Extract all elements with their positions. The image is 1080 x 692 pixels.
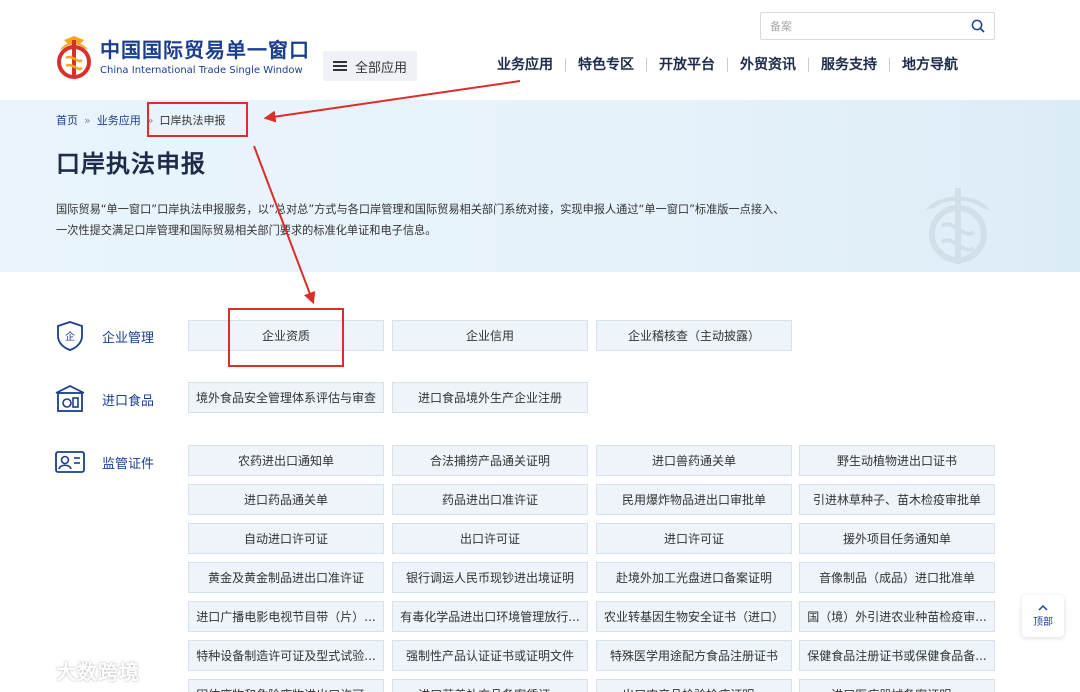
service-tile[interactable]: 进口营养补充品备案凭证... — [392, 679, 588, 692]
service-tile[interactable]: 银行调运人民币现钞进出境证明 — [392, 562, 588, 593]
nav-open-platform[interactable]: 开放平台 — [647, 56, 727, 74]
page: 中国国际贸易单一窗口 China International Trade Sin… — [0, 0, 1080, 692]
category-label: 进口食品 — [102, 393, 155, 409]
breadcrumb-business-apps[interactable]: 业务应用 — [97, 112, 141, 128]
description-line: 一次性提交满足口岸管理和国际贸易相关部门要求的标准化单证和电子信息。 — [56, 224, 437, 237]
service-tile[interactable]: 野生动植物进出口证书 — [799, 445, 995, 476]
category-label: 监管证件 — [102, 456, 155, 472]
breadcrumb-home[interactable]: 首页 — [56, 112, 78, 128]
main-nav: 业务应用 特色专区 开放平台 外贸资讯 服务支持 地方导航 — [485, 56, 970, 74]
breadcrumb-separator: » — [84, 113, 91, 127]
service-tile[interactable]: 药品进出口准许证 — [392, 484, 588, 515]
service-tile[interactable]: 有毒化学品进出口环境管理放行... — [392, 601, 588, 632]
back-to-top-label: 顶部 — [1033, 616, 1053, 628]
service-tile[interactable]: 农业转基因生物安全证书（进口） — [596, 601, 792, 632]
enterprise-shield-icon: 企 — [57, 321, 83, 351]
all-apps-button[interactable]: 全部应用 — [323, 51, 417, 81]
service-tile[interactable]: 国（境）外引进农业种苗检疫审... — [799, 601, 995, 632]
page-title: 口岸执法申报 — [56, 150, 206, 178]
certificate-card-icon — [55, 451, 85, 473]
service-tile[interactable]: 援外项目任务通知单 — [799, 523, 995, 554]
service-tile[interactable]: 引进林草种子、苗木检疫审批单 — [799, 484, 995, 515]
description-line: 国际贸易“单一窗口”口岸执法申报服务，以“总对总”方式与各口岸管理和国际贸易相关… — [56, 203, 785, 216]
back-to-top-button[interactable]: 顶部 — [1022, 595, 1064, 637]
service-tile[interactable]: 特种设备制造许可证及型式试验... — [188, 640, 384, 671]
annotation-box-enterprise-qualification — [228, 308, 344, 367]
nav-featured-zone[interactable]: 特色专区 — [566, 56, 646, 74]
service-tile[interactable]: 进口药品通关单 — [188, 484, 384, 515]
service-tile[interactable]: 自动进口许可证 — [188, 523, 384, 554]
watermark-logo-icon — [8, 660, 49, 681]
nav-business-apps[interactable]: 业务应用 — [485, 56, 565, 74]
search-box — [760, 12, 995, 40]
chevron-up-icon — [1038, 604, 1048, 610]
service-tile[interactable]: 进口许可证 — [596, 523, 792, 554]
watermark-text: 大数跨境 — [56, 660, 140, 684]
nav-local-navigation[interactable]: 地方导航 — [890, 56, 970, 74]
service-tile[interactable]: 出口许可证 — [392, 523, 588, 554]
service-tile[interactable]: 固体废物和危险废物进出口许可... — [188, 679, 384, 692]
hamburger-menu-icon — [333, 60, 349, 72]
nav-trade-news[interactable]: 外贸资讯 — [728, 56, 808, 74]
service-tile[interactable]: 强制性产品认证证书或证明文件 — [392, 640, 588, 671]
svg-text:企: 企 — [65, 330, 75, 343]
category-enterprise-management: 企 企业管理 — [54, 320, 154, 352]
service-tile[interactable]: 进口食品境外生产企业注册 — [392, 382, 588, 413]
search-input[interactable] — [761, 13, 961, 39]
annotation-box-breadcrumb — [147, 102, 248, 137]
site-header: 中国国际贸易单一窗口 China International Trade Sin… — [0, 0, 1080, 100]
logo-emblem-icon — [57, 36, 91, 79]
category-label: 企业管理 — [102, 330, 155, 346]
service-tile[interactable]: 民用爆炸物品进出口审批单 — [596, 484, 792, 515]
page-description: 国际贸易“单一窗口”口岸执法申报服务，以“总对总”方式与各口岸管理和国际贸易相关… — [56, 199, 866, 241]
service-tile[interactable]: 保健食品注册证书或保健食品备... — [799, 640, 995, 671]
service-tile[interactable]: 合法捕捞产品通关证明 — [392, 445, 588, 476]
service-tile[interactable]: 企业信用 — [392, 320, 588, 351]
watermark: 大数跨境 — [8, 656, 140, 685]
service-tile[interactable]: 赴境外加工光盘进口备案证明 — [596, 562, 792, 593]
service-tile[interactable]: 进口兽药通关单 — [596, 445, 792, 476]
all-apps-label: 全部应用 — [355, 60, 408, 76]
nav-service-support[interactable]: 服务支持 — [809, 56, 889, 74]
category-imported-food: 进口食品 — [54, 383, 154, 415]
service-tile[interactable]: 进口广播电影电视节目带（片）... — [188, 601, 384, 632]
service-tile[interactable]: 特殊医学用途配方食品注册证书 — [596, 640, 792, 671]
service-tile[interactable]: 企业稽核查（主动披露） — [596, 320, 792, 351]
service-tile[interactable]: 进口医疗器械备案证明... — [799, 679, 995, 692]
site-logo[interactable]: 中国国际贸易单一窗口 China International Trade Sin… — [54, 34, 310, 82]
banner-emblem-icon — [926, 188, 990, 264]
service-tile[interactable]: 出口农产品检验检疫证明... — [596, 679, 792, 692]
service-tile[interactable]: 黄金及黄金制品进出口准许证 — [188, 562, 384, 593]
service-tile[interactable]: 农药进出口通知单 — [188, 445, 384, 476]
search-icon[interactable] — [971, 19, 985, 33]
category-regulatory-certificates: 监管证件 — [54, 446, 154, 478]
imported-food-icon — [55, 384, 85, 412]
logo-title: 中国国际贸易单一窗口 — [100, 38, 310, 62]
service-tile[interactable]: 境外食品安全管理体系评估与审查 — [188, 382, 384, 413]
logo-subtitle: China International Trade Single Window — [100, 65, 303, 76]
service-tile[interactable]: 音像制品（成品）进口批准单 — [799, 562, 995, 593]
